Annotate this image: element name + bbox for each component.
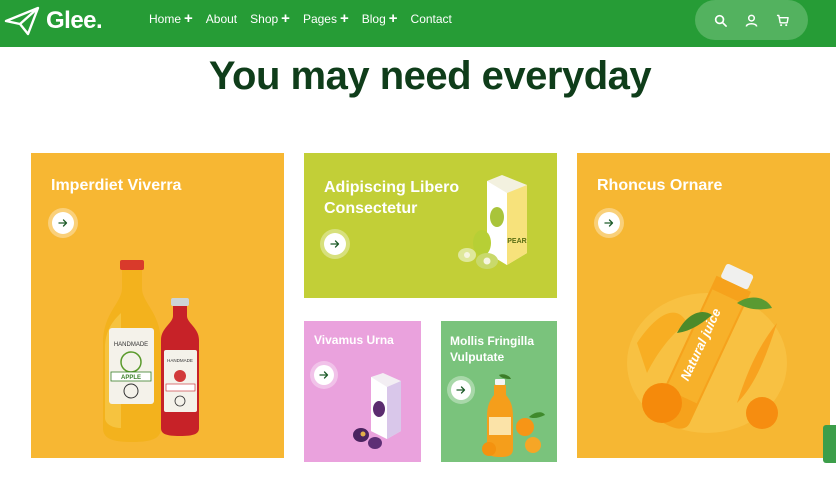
svg-text:HANDMADE: HANDMADE bbox=[167, 358, 193, 363]
brand-name: Glee. bbox=[46, 7, 103, 34]
section-title: You may need everyday bbox=[208, 54, 652, 98]
arrow-right-button[interactable] bbox=[451, 380, 471, 400]
promo-card-rhoncus-ornare[interactable]: Rhoncus Ornare Natural juice bbox=[577, 153, 830, 458]
arrow-right-icon bbox=[330, 240, 340, 248]
logo[interactable]: Glee. bbox=[4, 5, 103, 37]
arrow-right-icon bbox=[456, 386, 466, 394]
natural-juice-bottle-image: Natural juice bbox=[627, 263, 787, 433]
arrow-right-button[interactable] bbox=[598, 212, 620, 234]
cart-icon[interactable] bbox=[776, 13, 790, 27]
nav-item-blog[interactable]: Blog + bbox=[362, 10, 398, 27]
plus-icon: + bbox=[281, 10, 290, 27]
nav-item-home[interactable]: Home + bbox=[149, 10, 193, 27]
arrow-right-icon bbox=[58, 219, 68, 227]
promo-card-adipiscing-libero[interactable]: Adipiscing Libero Consectetur PEAR bbox=[304, 153, 557, 298]
main-nav: Home + About Shop + Pages + Blog + Contact bbox=[149, 10, 465, 27]
card-title: Adipiscing Libero Consectetur bbox=[324, 179, 460, 217]
nav-item-about[interactable]: About bbox=[206, 12, 237, 26]
plus-icon: + bbox=[388, 10, 398, 27]
arrow-right-icon bbox=[604, 219, 614, 227]
plum-juice-carton-image bbox=[353, 373, 401, 449]
card-title: Vivamus Urna bbox=[314, 333, 394, 347]
promo-card-vivamus-urna[interactable]: Vivamus Urna bbox=[304, 321, 421, 462]
card-title: Rhoncus Ornare bbox=[597, 177, 723, 194]
site-header: Glee. Home + About Shop + Pages + Blog + Con… bbox=[0, 0, 836, 47]
nav-item-shop[interactable]: Shop + bbox=[250, 10, 290, 27]
plus-icon: + bbox=[339, 10, 349, 27]
promo-card-mollis-fringilla[interactable]: Mollis Fringilla Vulputate bbox=[441, 321, 557, 462]
arrow-right-button[interactable] bbox=[324, 233, 346, 255]
arrow-right-icon bbox=[319, 371, 329, 379]
juice-bottles-image: HANDMADE APPLE HANDMADE bbox=[103, 260, 199, 442]
header-actions bbox=[695, 0, 808, 40]
search-icon[interactable] bbox=[714, 13, 728, 27]
card-title: Imperdiet Viverra bbox=[51, 177, 182, 194]
svg-text:APPLE: APPLE bbox=[121, 375, 141, 381]
arrow-right-button[interactable] bbox=[314, 365, 334, 385]
svg-text:PEAR: PEAR bbox=[507, 238, 526, 245]
pear-juice-carton-image: PEAR bbox=[458, 175, 527, 269]
user-icon[interactable] bbox=[745, 13, 759, 27]
card-title: Mollis Fringilla Vulputate bbox=[450, 334, 535, 364]
plus-icon: + bbox=[184, 10, 193, 27]
svg-text:HANDMADE: HANDMADE bbox=[114, 342, 148, 348]
nav-item-contact[interactable]: Contact bbox=[411, 12, 452, 26]
arrow-right-button[interactable] bbox=[52, 212, 74, 234]
nav-item-pages[interactable]: Pages + bbox=[303, 10, 349, 27]
paper-plane-icon bbox=[4, 6, 40, 36]
orange-juice-bottle-image bbox=[482, 374, 545, 457]
scroll-to-top-tab[interactable] bbox=[823, 425, 836, 463]
promo-card-imperdiet-viverra[interactable]: Imperdiet Viverra HANDMADE APPLE HANDMAD… bbox=[31, 153, 284, 458]
